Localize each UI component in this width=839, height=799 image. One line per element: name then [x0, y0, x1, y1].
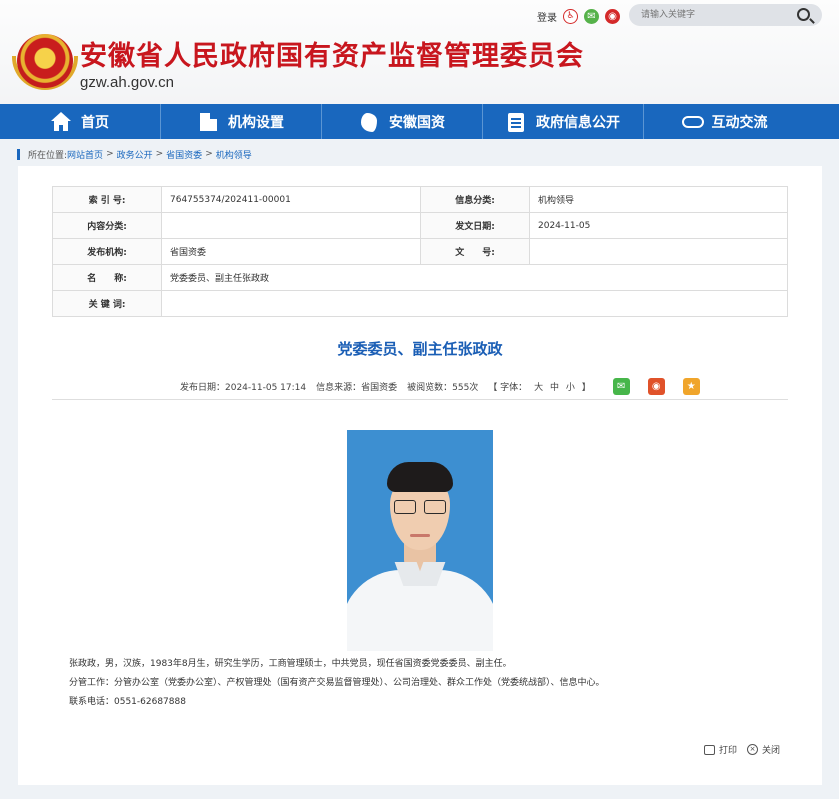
- nav-item-label: 机构设置: [228, 114, 284, 131]
- publish-date: 发布日期：2024-11-05 17:14: [180, 382, 307, 393]
- breadcrumb-separator: >: [106, 149, 114, 159]
- close-label: 关闭: [762, 746, 781, 756]
- breadcrumb-leaders[interactable]: 机构领导: [216, 148, 252, 161]
- publisher-label: 发布机构:: [52, 238, 162, 265]
- name-label: 名 称:: [52, 264, 162, 291]
- article-body: 张政政，男，汉族，1983年8月生，研究生学历，工商管理硕士，中共党员，现任省国…: [69, 655, 605, 712]
- divider: [52, 399, 788, 400]
- category-value: 机构领导: [529, 186, 788, 213]
- font-size-small[interactable]: 小: [566, 383, 575, 393]
- portrait-photo: [347, 430, 493, 651]
- breadcrumb-separator: >: [205, 149, 213, 159]
- favorite-star-icon[interactable]: ★: [682, 377, 700, 395]
- print-label: 打印: [719, 746, 738, 756]
- metadata-table: 索 引 号: 764755374/202411-00001 信息分类: 机构领导…: [52, 186, 788, 317]
- nav-item-label: 互动交流: [711, 114, 768, 131]
- content-panel: 索 引 号: 764755374/202411-00001 信息分类: 机构领导…: [18, 166, 822, 785]
- nav-item-interaction[interactable]: 互动交流: [644, 104, 805, 139]
- nav-item-gov-info[interactable]: 政府信息公开: [483, 104, 644, 139]
- home-icon: [51, 111, 71, 132]
- document-icon: [506, 112, 526, 132]
- breadcrumb-marker: [17, 148, 20, 160]
- weibo-icon[interactable]: ◉: [605, 8, 620, 24]
- doc-number-value: [529, 238, 788, 265]
- print-button[interactable]: 打印: [704, 743, 737, 756]
- table-row: 索 引 号: 764755374/202411-00001 信息分类: 机构领导: [52, 186, 788, 213]
- nav-item-home[interactable]: 首页: [0, 104, 161, 139]
- accessibility-icon[interactable]: ♿: [563, 8, 578, 24]
- search-input[interactable]: [641, 7, 791, 23]
- main-nav: 首页 机构设置 安徽国资 政府信息公开 互动交流: [0, 104, 839, 139]
- font-size-medium[interactable]: 中: [550, 383, 559, 393]
- font-size-large[interactable]: 大: [534, 383, 543, 393]
- publisher-value: 省国资委: [161, 238, 421, 265]
- font-size-switcher: 【 字体： 大 中 小 】: [488, 380, 594, 393]
- breadcrumb-sasac[interactable]: 省国资委: [166, 148, 202, 161]
- issue-date-value: 2024-11-05: [529, 212, 788, 239]
- search-icon[interactable]: [797, 8, 810, 21]
- article-title: 党委委员、副主任张政政: [337, 340, 503, 358]
- breadcrumb-home[interactable]: 网站首页: [67, 148, 103, 161]
- breadcrumb: 所在位置: 网站首页 > 政务公开 > 省国资委 > 机构领导: [17, 147, 252, 161]
- nav-item-anhui-sasac[interactable]: 安徽国资: [322, 104, 483, 139]
- article-actions: 打印 × 关闭: [704, 743, 790, 756]
- site-header: 安徽省人民政府国有资产监督管理委员会 gzw.ah.gov.cn 登录 ♿ ✉ …: [0, 0, 839, 104]
- breadcrumb-separator: >: [155, 149, 164, 159]
- printer-icon: [704, 744, 715, 755]
- keywords-value: [161, 290, 788, 317]
- view-count: 被阅览数：555次: [407, 382, 479, 393]
- info-source: 信息来源：省国资委: [316, 382, 398, 393]
- search-box: [629, 4, 822, 26]
- top-links: 登录 ♿ ✉ ◉: [537, 8, 620, 24]
- bio-paragraph: 张政政，男，汉族，1983年8月生，研究生学历，工商管理硕士，中共党员，现任省国…: [69, 659, 512, 669]
- building-icon: [198, 112, 218, 132]
- login-link[interactable]: 登录: [537, 9, 557, 24]
- table-row: 发布机构: 省国资委 文 号:: [52, 238, 788, 265]
- index-label: 索 引 号:: [52, 186, 162, 213]
- nav-item-organization[interactable]: 机构设置: [161, 104, 322, 139]
- name-value: 党委委员、副主任张政政: [161, 264, 788, 291]
- font-size-suffix: 】: [581, 382, 591, 393]
- phone-paragraph: 联系电话：0551-62687888: [69, 697, 186, 707]
- table-row: 关 键 词:: [52, 290, 788, 317]
- share-weibo-icon[interactable]: ◉: [647, 377, 665, 395]
- handshake-icon: [681, 112, 704, 132]
- close-icon: ×: [747, 744, 759, 755]
- category-label: 信息分类:: [420, 186, 530, 213]
- doc-number-label: 文 号:: [420, 238, 530, 265]
- map-icon: [359, 112, 379, 132]
- breadcrumb-gov-affairs[interactable]: 政务公开: [117, 148, 153, 161]
- article-info-bar: 发布日期：2024-11-05 17:14 信息来源：省国资委 被阅览数：555…: [180, 377, 710, 395]
- nav-item-label: 首页: [81, 114, 109, 131]
- issue-date-label: 发文日期:: [420, 212, 530, 239]
- content-category-label: 内容分类:: [52, 212, 162, 239]
- wechat-icon[interactable]: ✉: [584, 8, 599, 24]
- nav-item-label: 安徽国资: [389, 114, 445, 131]
- site-domain: gzw.ah.gov.cn: [80, 74, 174, 91]
- keywords-label: 关 键 词:: [52, 290, 162, 317]
- national-emblem-icon[interactable]: [17, 34, 73, 88]
- duties-paragraph: 分管工作：分管办公室（党委办公室）、产权管理处（国有资产交易监督管理处）、公司治…: [69, 678, 605, 688]
- site-title[interactable]: 安徽省人民政府国有资产监督管理委员会: [80, 34, 584, 73]
- font-size-prefix: 【 字体：: [488, 382, 528, 393]
- share-wechat-icon[interactable]: ✉: [612, 377, 630, 395]
- table-row: 名 称: 党委委员、副主任张政政: [52, 264, 788, 291]
- index-value: 764755374/202411-00001: [161, 186, 421, 213]
- breadcrumb-prefix: 所在位置:: [28, 150, 68, 161]
- nav-item-label: 政府信息公开: [536, 114, 620, 131]
- table-row: 内容分类: 发文日期: 2024-11-05: [52, 212, 788, 239]
- close-button[interactable]: × 关闭: [747, 743, 780, 756]
- content-category-value: [161, 212, 421, 239]
